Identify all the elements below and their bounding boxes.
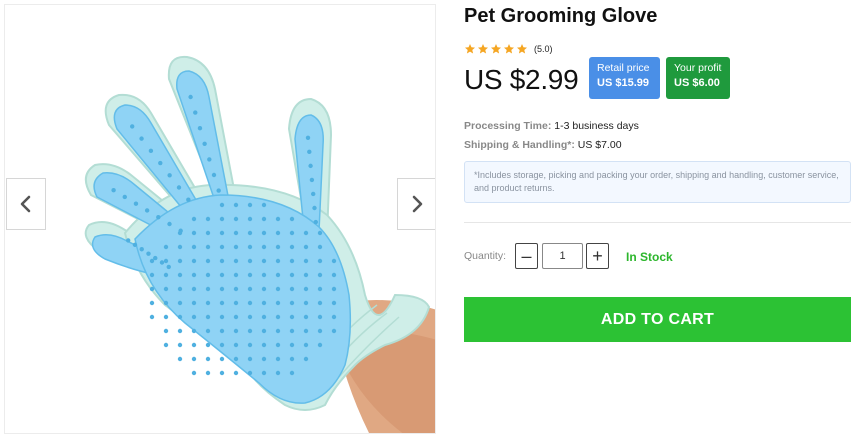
processing-time: Processing Time: 1-3 business days bbox=[464, 120, 639, 132]
rating-value: (5.0) bbox=[534, 44, 553, 54]
retail-price-value: US $15.99 bbox=[597, 77, 649, 89]
star-icon bbox=[517, 44, 527, 54]
quantity-increment-button[interactable]: + bbox=[586, 243, 609, 269]
gallery-prev-button[interactable] bbox=[6, 178, 46, 230]
quantity-decrement-button[interactable]: – bbox=[515, 243, 538, 269]
processing-time-label: Processing Time: bbox=[464, 120, 552, 132]
product-details: Pet Grooming Glove (5.0) US $2.99 Retail… bbox=[464, 0, 852, 437]
quantity-input[interactable] bbox=[542, 243, 583, 269]
product-image bbox=[84, 55, 435, 433]
stock-status: In Stock bbox=[626, 250, 673, 264]
profit-label: Your profit bbox=[674, 62, 722, 74]
product-rating: (5.0) bbox=[464, 43, 553, 55]
star-icon bbox=[504, 44, 514, 54]
retail-price-label: Retail price bbox=[597, 62, 650, 74]
product-price: US $2.99 bbox=[464, 64, 579, 95]
processing-time-value: 1-3 business days bbox=[554, 120, 639, 132]
shipping-handling: Shipping & Handling*: US $7.00 bbox=[464, 139, 622, 151]
profit-value: US $6.00 bbox=[674, 77, 720, 89]
retail-price-badge: Retail price US $15.99 bbox=[589, 57, 660, 99]
add-to-cart-button[interactable]: ADD TO CART bbox=[464, 297, 851, 342]
chevron-right-icon bbox=[412, 195, 423, 213]
chevron-left-icon bbox=[20, 195, 31, 213]
star-icon bbox=[478, 44, 488, 54]
quantity-label: Quantity: bbox=[464, 250, 507, 262]
star-icon bbox=[491, 44, 501, 54]
shipping-handling-label: Shipping & Handling*: bbox=[464, 139, 575, 151]
shipping-note: *Includes storage, picking and packing y… bbox=[464, 161, 851, 203]
profit-badge: Your profit US $6.00 bbox=[666, 57, 730, 99]
gallery-next-button[interactable] bbox=[397, 178, 435, 230]
rating-stars bbox=[464, 43, 528, 55]
product-title: Pet Grooming Glove bbox=[464, 5, 658, 27]
shipping-handling-value: US $7.00 bbox=[577, 139, 622, 151]
divider bbox=[464, 222, 851, 223]
product-image-gallery bbox=[4, 4, 436, 434]
star-icon bbox=[465, 44, 475, 54]
